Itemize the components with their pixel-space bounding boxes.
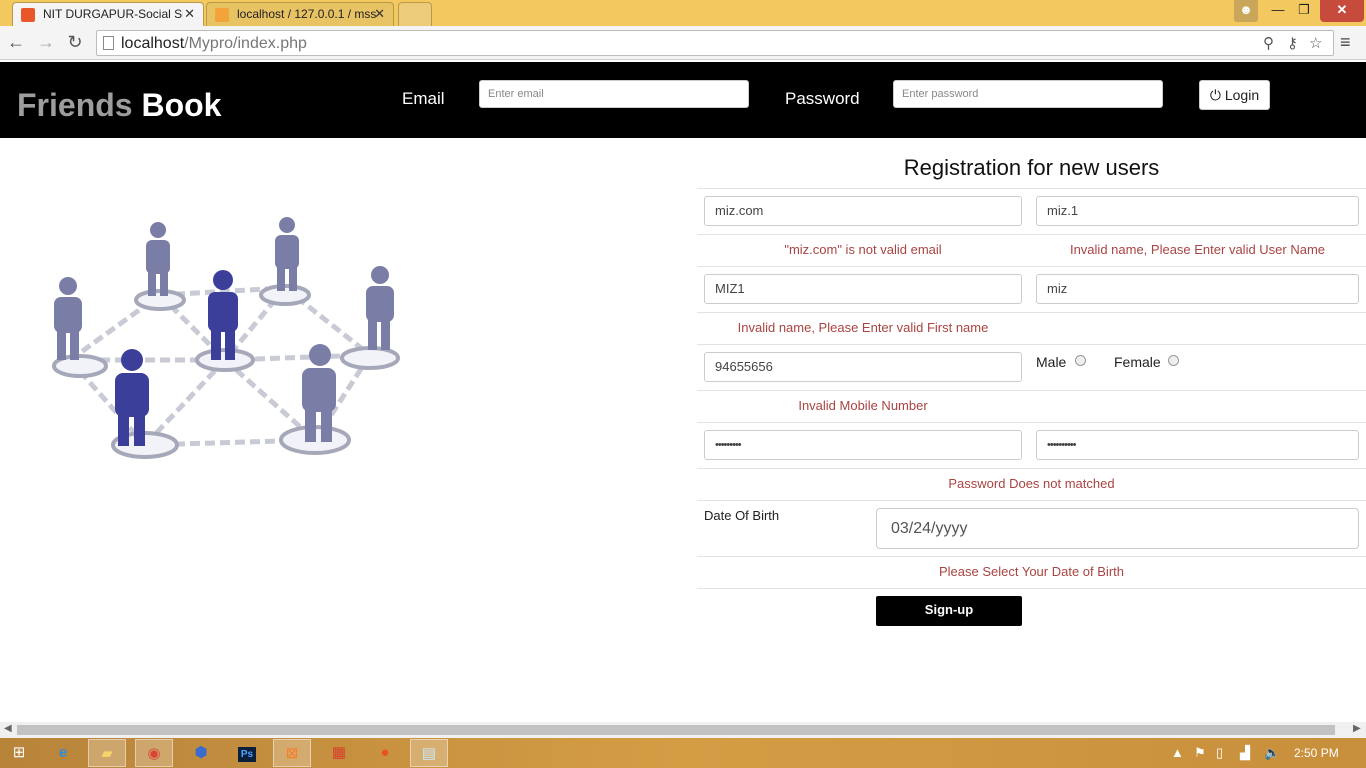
gender-male-radio[interactable] xyxy=(1075,355,1086,366)
scroll-right-icon[interactable]: ▶ xyxy=(1353,723,1361,734)
forward-arrow-icon[interactable]: → xyxy=(35,32,57,54)
password-input[interactable]: ••••••••• xyxy=(704,430,1022,460)
phpmyadmin-icon xyxy=(215,8,229,22)
xampp-icon xyxy=(21,8,35,22)
firefox-icon[interactable]: ● xyxy=(366,739,404,767)
username-error: Invalid name, Please Enter valid User Na… xyxy=(1069,242,1326,257)
site-logo[interactable]: Friends Book xyxy=(17,87,221,124)
user-profile-icon[interactable]: ☻ xyxy=(1234,0,1258,22)
first-name-error: Invalid name, Please Enter valid First n… xyxy=(737,320,989,335)
email-error: "miz.com" is not valid email xyxy=(784,242,942,257)
photoshop-icon[interactable]: Ps xyxy=(228,739,266,767)
scroll-left-icon[interactable]: ◀ xyxy=(4,723,12,734)
scrollbar-thumb[interactable] xyxy=(17,725,1335,735)
mobile-error: Invalid Mobile Number xyxy=(798,398,928,413)
password-error: Password Does not matched xyxy=(948,476,1115,491)
login-email-input[interactable] xyxy=(479,80,749,108)
reg-email-input[interactable]: miz.com xyxy=(704,196,1022,226)
close-tab-icon[interactable]: ✕ xyxy=(374,6,385,22)
tab-phpmyadmin[interactable]: localhost / 127.0.0.1 / mss ✕ xyxy=(206,2,394,26)
divider xyxy=(697,266,1366,267)
last-name-input[interactable]: miz xyxy=(1036,274,1359,304)
close-window-button[interactable]: ✕ xyxy=(1320,0,1364,22)
divider xyxy=(697,500,1366,501)
dob-label: Date Of Birth xyxy=(704,508,780,523)
power-tray-icon[interactable]: ▯ xyxy=(1216,745,1223,761)
tab-title: NIT DURGAPUR-Social Site xyxy=(43,7,183,21)
signup-button[interactable]: Sign-up xyxy=(876,596,1022,626)
url-text: localhost/Mypro/index.php xyxy=(121,35,307,52)
site-header: Friends Book Email Password ⏻ Login xyxy=(0,62,1366,138)
gender-male-label: Male xyxy=(1036,354,1067,370)
divider xyxy=(697,312,1366,313)
internet-explorer-icon[interactable]: e xyxy=(44,739,82,767)
back-arrow-icon[interactable]: ← xyxy=(5,32,27,54)
browser-toolbar: ← → ↻ localhost/Mypro/index.php ⚲ ⚷ ☆ ≡ xyxy=(0,26,1366,60)
chrome-menu-icon[interactable]: ≡ xyxy=(1340,32,1351,53)
login-button-label: Login xyxy=(1224,87,1260,103)
dob-input[interactable]: 03/24/yyyy xyxy=(876,508,1359,549)
chrome-icon[interactable]: ◉ xyxy=(135,739,173,767)
registration-title: Registration for new users xyxy=(903,155,1160,180)
divider xyxy=(697,588,1366,589)
horizontal-scrollbar[interactable]: ◀ ▶ xyxy=(0,722,1366,738)
divider xyxy=(697,188,1366,189)
zoom-icon[interactable]: ⚲ xyxy=(1263,34,1274,52)
virtualbox-icon[interactable]: ⬢ xyxy=(182,739,220,767)
office-icon[interactable]: ▦ xyxy=(320,739,358,767)
volume-icon[interactable]: 🔈 xyxy=(1264,745,1280,761)
divider xyxy=(697,234,1366,235)
divider xyxy=(697,390,1366,391)
login-password-input[interactable] xyxy=(893,80,1163,108)
confirm-password-input[interactable]: •••••••••• xyxy=(1036,430,1359,460)
tab-title: localhost / 127.0.0.1 / mss xyxy=(237,7,377,21)
address-bar[interactable]: localhost/Mypro/index.php ⚲ ⚷ ☆ xyxy=(96,30,1334,56)
power-icon: ⏻ xyxy=(1209,87,1221,103)
start-button[interactable]: ⊞ xyxy=(0,739,38,767)
notepad-icon[interactable]: ▤ xyxy=(410,739,448,767)
gender-female-label: Female xyxy=(1114,354,1161,370)
dob-error: Please Select Your Date of Birth xyxy=(938,564,1124,579)
restore-button[interactable]: ❐ xyxy=(1292,0,1316,22)
mobile-input[interactable]: 94655656 xyxy=(704,352,1022,382)
xampp-taskbar-icon[interactable]: ⊠ xyxy=(273,739,311,767)
divider xyxy=(697,344,1366,345)
browser-tab-bar: NIT DURGAPUR-Social Site ✕ localhost / 1… xyxy=(0,0,1366,26)
page-icon xyxy=(103,36,114,50)
reg-username-input[interactable]: miz.1 xyxy=(1036,196,1359,226)
first-name-input[interactable]: MIZ1 xyxy=(704,274,1022,304)
windows-logo-icon: ⊞ xyxy=(12,744,26,761)
divider xyxy=(697,422,1366,423)
email-label: Email xyxy=(402,89,445,108)
clock[interactable]: 2:50 PM xyxy=(1294,746,1339,760)
login-button[interactable]: ⏻ Login xyxy=(1199,80,1270,110)
close-tab-icon[interactable]: ✕ xyxy=(184,6,195,22)
social-network-illustration xyxy=(52,217,400,459)
file-explorer-icon[interactable]: ▰ xyxy=(88,739,126,767)
divider xyxy=(697,556,1366,557)
reload-icon[interactable]: ↻ xyxy=(64,32,86,54)
divider xyxy=(697,468,1366,469)
tab-social-site[interactable]: NIT DURGAPUR-Social Site ✕ xyxy=(12,2,204,26)
minimize-button[interactable]: — xyxy=(1266,0,1290,22)
action-center-flag-icon[interactable]: ⚑ xyxy=(1194,745,1206,761)
windows-taskbar: ⊞ e ▰ ◉ ⬢ Ps ⊠ ▦ ● ▤ ▲ ⚑ ▯ ▟ 🔈 2:50 PM xyxy=(0,738,1366,768)
new-tab-button[interactable] xyxy=(398,2,432,26)
bookmark-star-icon[interactable]: ☆ xyxy=(1309,34,1322,52)
password-label: Password xyxy=(785,89,860,108)
show-hidden-icons[interactable]: ▲ xyxy=(1171,745,1184,760)
gender-female-radio[interactable] xyxy=(1168,355,1179,366)
key-icon[interactable]: ⚷ xyxy=(1287,34,1298,52)
network-icon[interactable]: ▟ xyxy=(1240,745,1250,761)
